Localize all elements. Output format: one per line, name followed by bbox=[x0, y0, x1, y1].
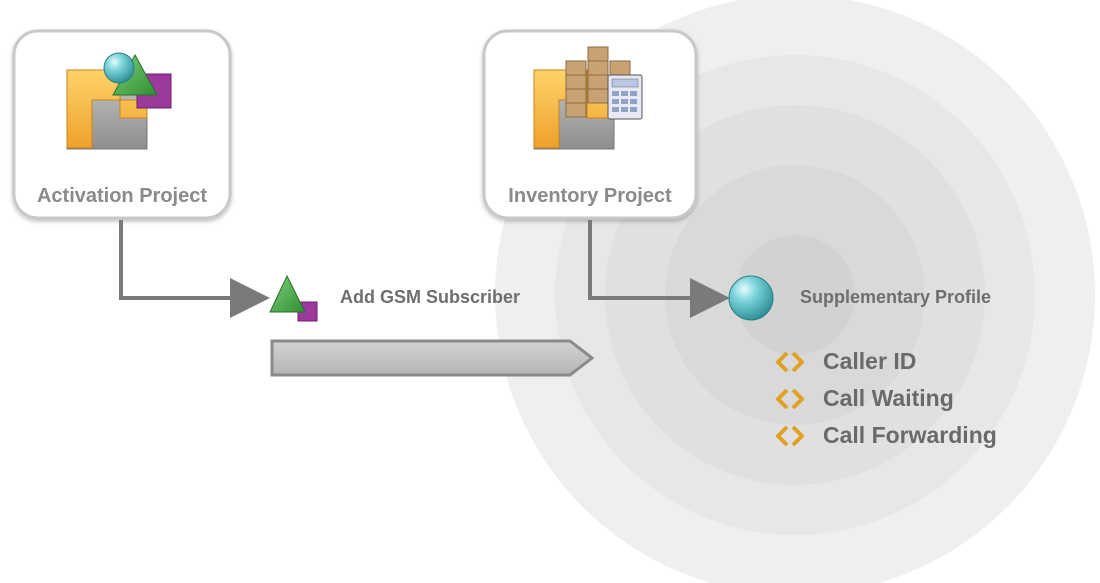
activation-connector bbox=[119, 220, 270, 318]
activation-project-label: Activation Project bbox=[36, 185, 208, 207]
flow-arrow bbox=[270, 339, 595, 377]
feature-caller-id[interactable]: Caller ID bbox=[823, 348, 916, 375]
sphere-icon[interactable] bbox=[728, 275, 774, 321]
feature-call-forwarding[interactable]: Call Forwarding bbox=[823, 422, 997, 449]
add-gsm-subscriber-label[interactable]: Add GSM Subscriber bbox=[340, 287, 520, 308]
feature-call-waiting[interactable]: Call Waiting bbox=[823, 385, 954, 412]
calculator-icon bbox=[607, 74, 643, 120]
supplementary-profile-label[interactable]: Supplementary Profile bbox=[800, 287, 991, 308]
inventory-project-label: Inventory Project bbox=[508, 185, 672, 207]
shape-group-icon[interactable] bbox=[269, 274, 318, 322]
